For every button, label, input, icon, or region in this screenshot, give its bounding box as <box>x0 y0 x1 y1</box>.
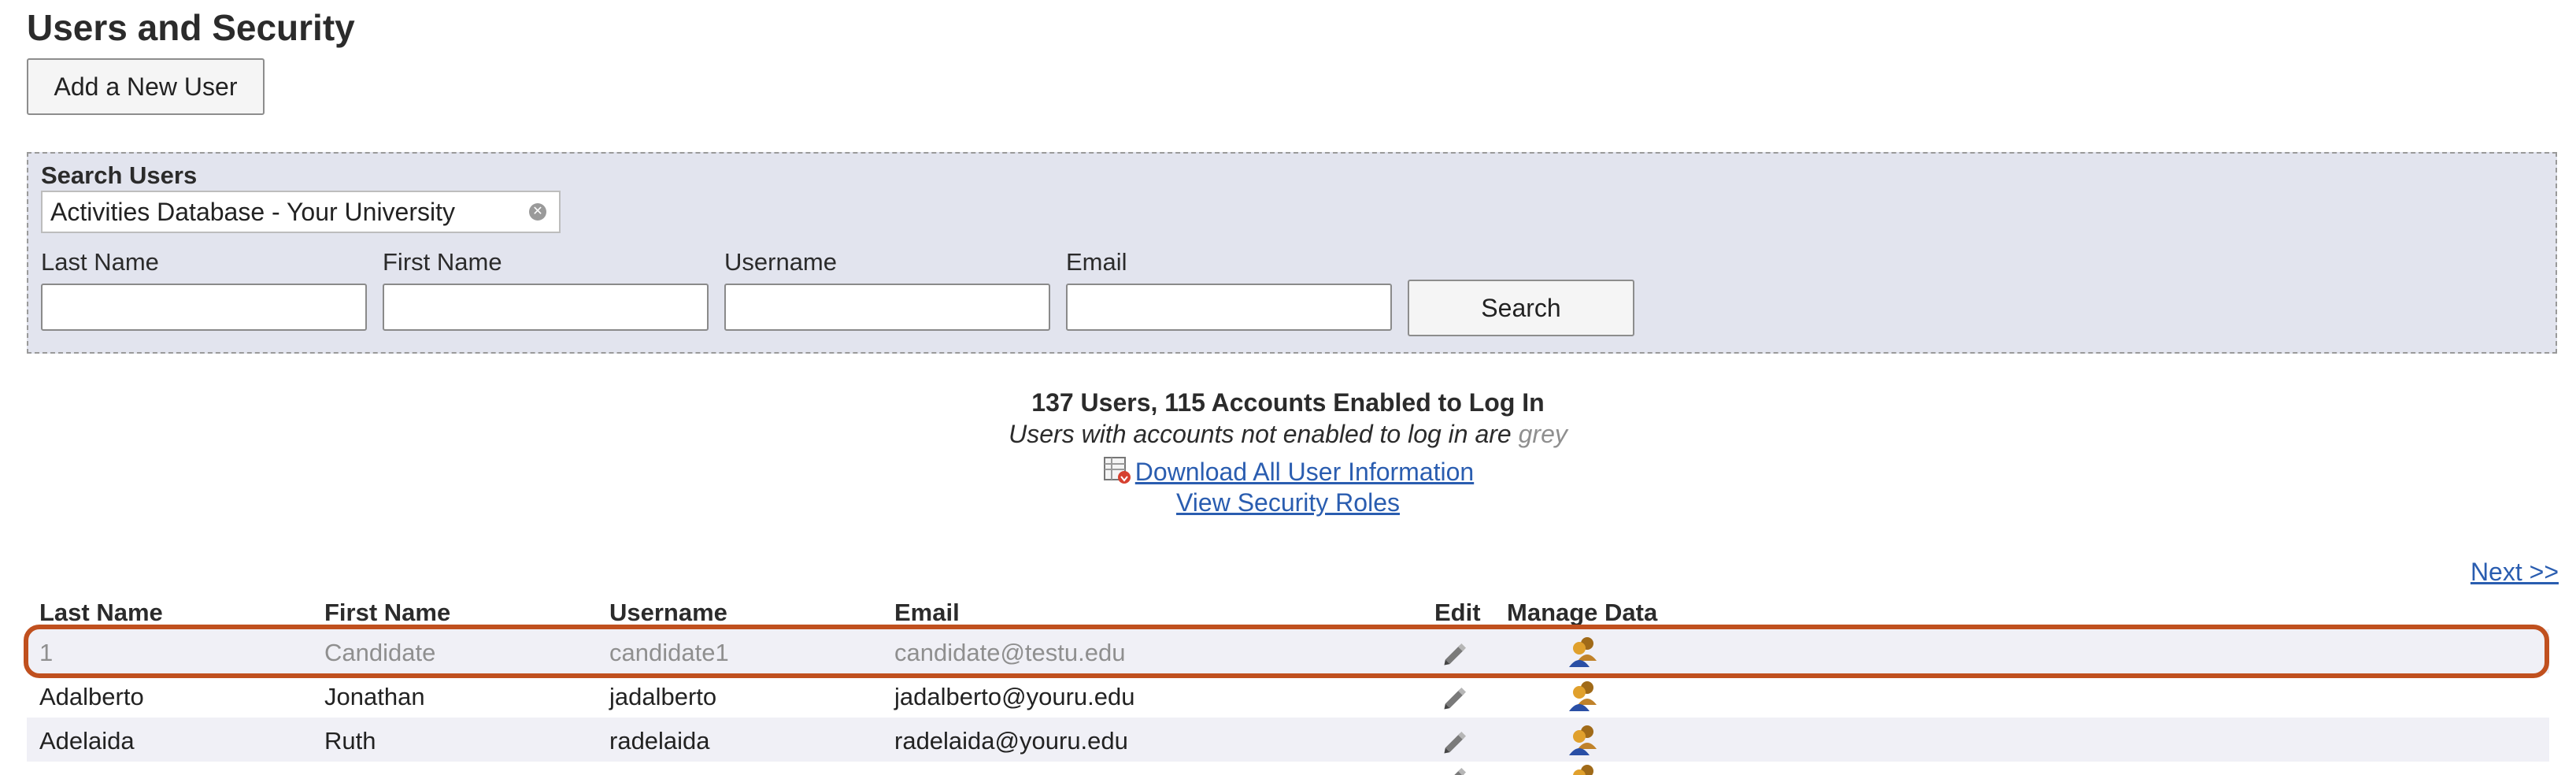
users-group-icon[interactable] <box>1567 634 1600 669</box>
email-input[interactable] <box>1066 284 1392 331</box>
search-users-panel: Search Users Activities Database - Your … <box>27 152 2557 354</box>
add-user-button[interactable]: Add a New User <box>27 58 265 115</box>
table-row: Adalberto Jonathan jadalberto jadalberto… <box>27 673 2549 718</box>
email-label: Email <box>1066 248 1127 276</box>
cell-first-name: Candidate <box>324 639 436 666</box>
column-header-edit: Edit <box>1434 599 1481 626</box>
column-header-username: Username <box>609 599 727 626</box>
users-group-icon[interactable] <box>1567 762 1600 775</box>
users-group-icon[interactable] <box>1567 722 1600 757</box>
view-security-roles-link[interactable]: View Security Roles <box>1176 488 1400 517</box>
cell-first-name: Jonathan <box>324 683 425 710</box>
cell-username: jadalberto <box>609 683 717 710</box>
username-label: Username <box>724 248 837 276</box>
pencil-icon[interactable] <box>1441 725 1472 757</box>
cell-email: radelaida@youru.edu <box>894 727 1128 755</box>
last-name-input[interactable] <box>41 284 367 331</box>
username-input[interactable] <box>724 284 1050 331</box>
security-roles-line: View Security Roles <box>0 488 2576 517</box>
search-button[interactable]: Search <box>1408 280 1634 336</box>
cell-last-name: Adalberto <box>39 683 144 710</box>
disabled-note-text: Users with accounts not enabled to log i… <box>1009 420 1519 448</box>
cell-username: radelaida <box>609 727 710 755</box>
user-count-summary: 137 Users, 115 Accounts Enabled to Log I… <box>1031 388 1545 417</box>
search-panel-title: Search Users <box>41 161 198 189</box>
first-name-input[interactable] <box>383 284 709 331</box>
first-name-label: First Name <box>383 248 502 276</box>
cell-last-name: 1 <box>39 639 54 666</box>
pencil-icon[interactable] <box>1441 681 1472 713</box>
database-select-value: Activities Database - Your University <box>50 197 455 226</box>
grey-word: grey <box>1518 420 1567 448</box>
column-header-first-name: First Name <box>324 599 451 626</box>
disabled-accounts-note: Users with accounts not enabled to log i… <box>0 420 2576 449</box>
pencil-icon[interactable] <box>1441 762 1472 775</box>
clear-selection-icon[interactable]: ✕ <box>529 203 546 221</box>
column-header-email: Email <box>894 599 960 626</box>
cell-email: jadalberto@youru.edu <box>894 683 1135 710</box>
table-row: Adelaida Ruth radelaida radelaida@youru.… <box>27 718 2549 762</box>
table-row <box>27 762 2549 775</box>
download-line: Download All User Information <box>0 455 2576 487</box>
column-header-manage-data: Manage Data <box>1507 599 1658 626</box>
pencil-icon[interactable] <box>1441 637 1472 669</box>
cell-username: candidate1 <box>609 639 729 666</box>
download-user-info-link[interactable]: Download All User Information <box>1135 458 1474 486</box>
cell-last-name: Adelaida <box>39 727 135 755</box>
spreadsheet-icon[interactable] <box>1102 455 1132 485</box>
users-group-icon[interactable] <box>1567 678 1600 713</box>
database-select[interactable]: Activities Database - Your University ✕ <box>41 191 561 233</box>
cell-email: candidate@testu.edu <box>894 639 1126 666</box>
table-row: 1 Candidate candidate1 candidate@testu.e… <box>27 629 2549 673</box>
page-title: Users and Security <box>27 7 355 48</box>
last-name-label: Last Name <box>41 248 159 276</box>
column-header-last-name: Last Name <box>39 599 163 626</box>
next-page-link[interactable]: Next >> <box>2471 558 2559 587</box>
cell-first-name: Ruth <box>324 727 376 755</box>
